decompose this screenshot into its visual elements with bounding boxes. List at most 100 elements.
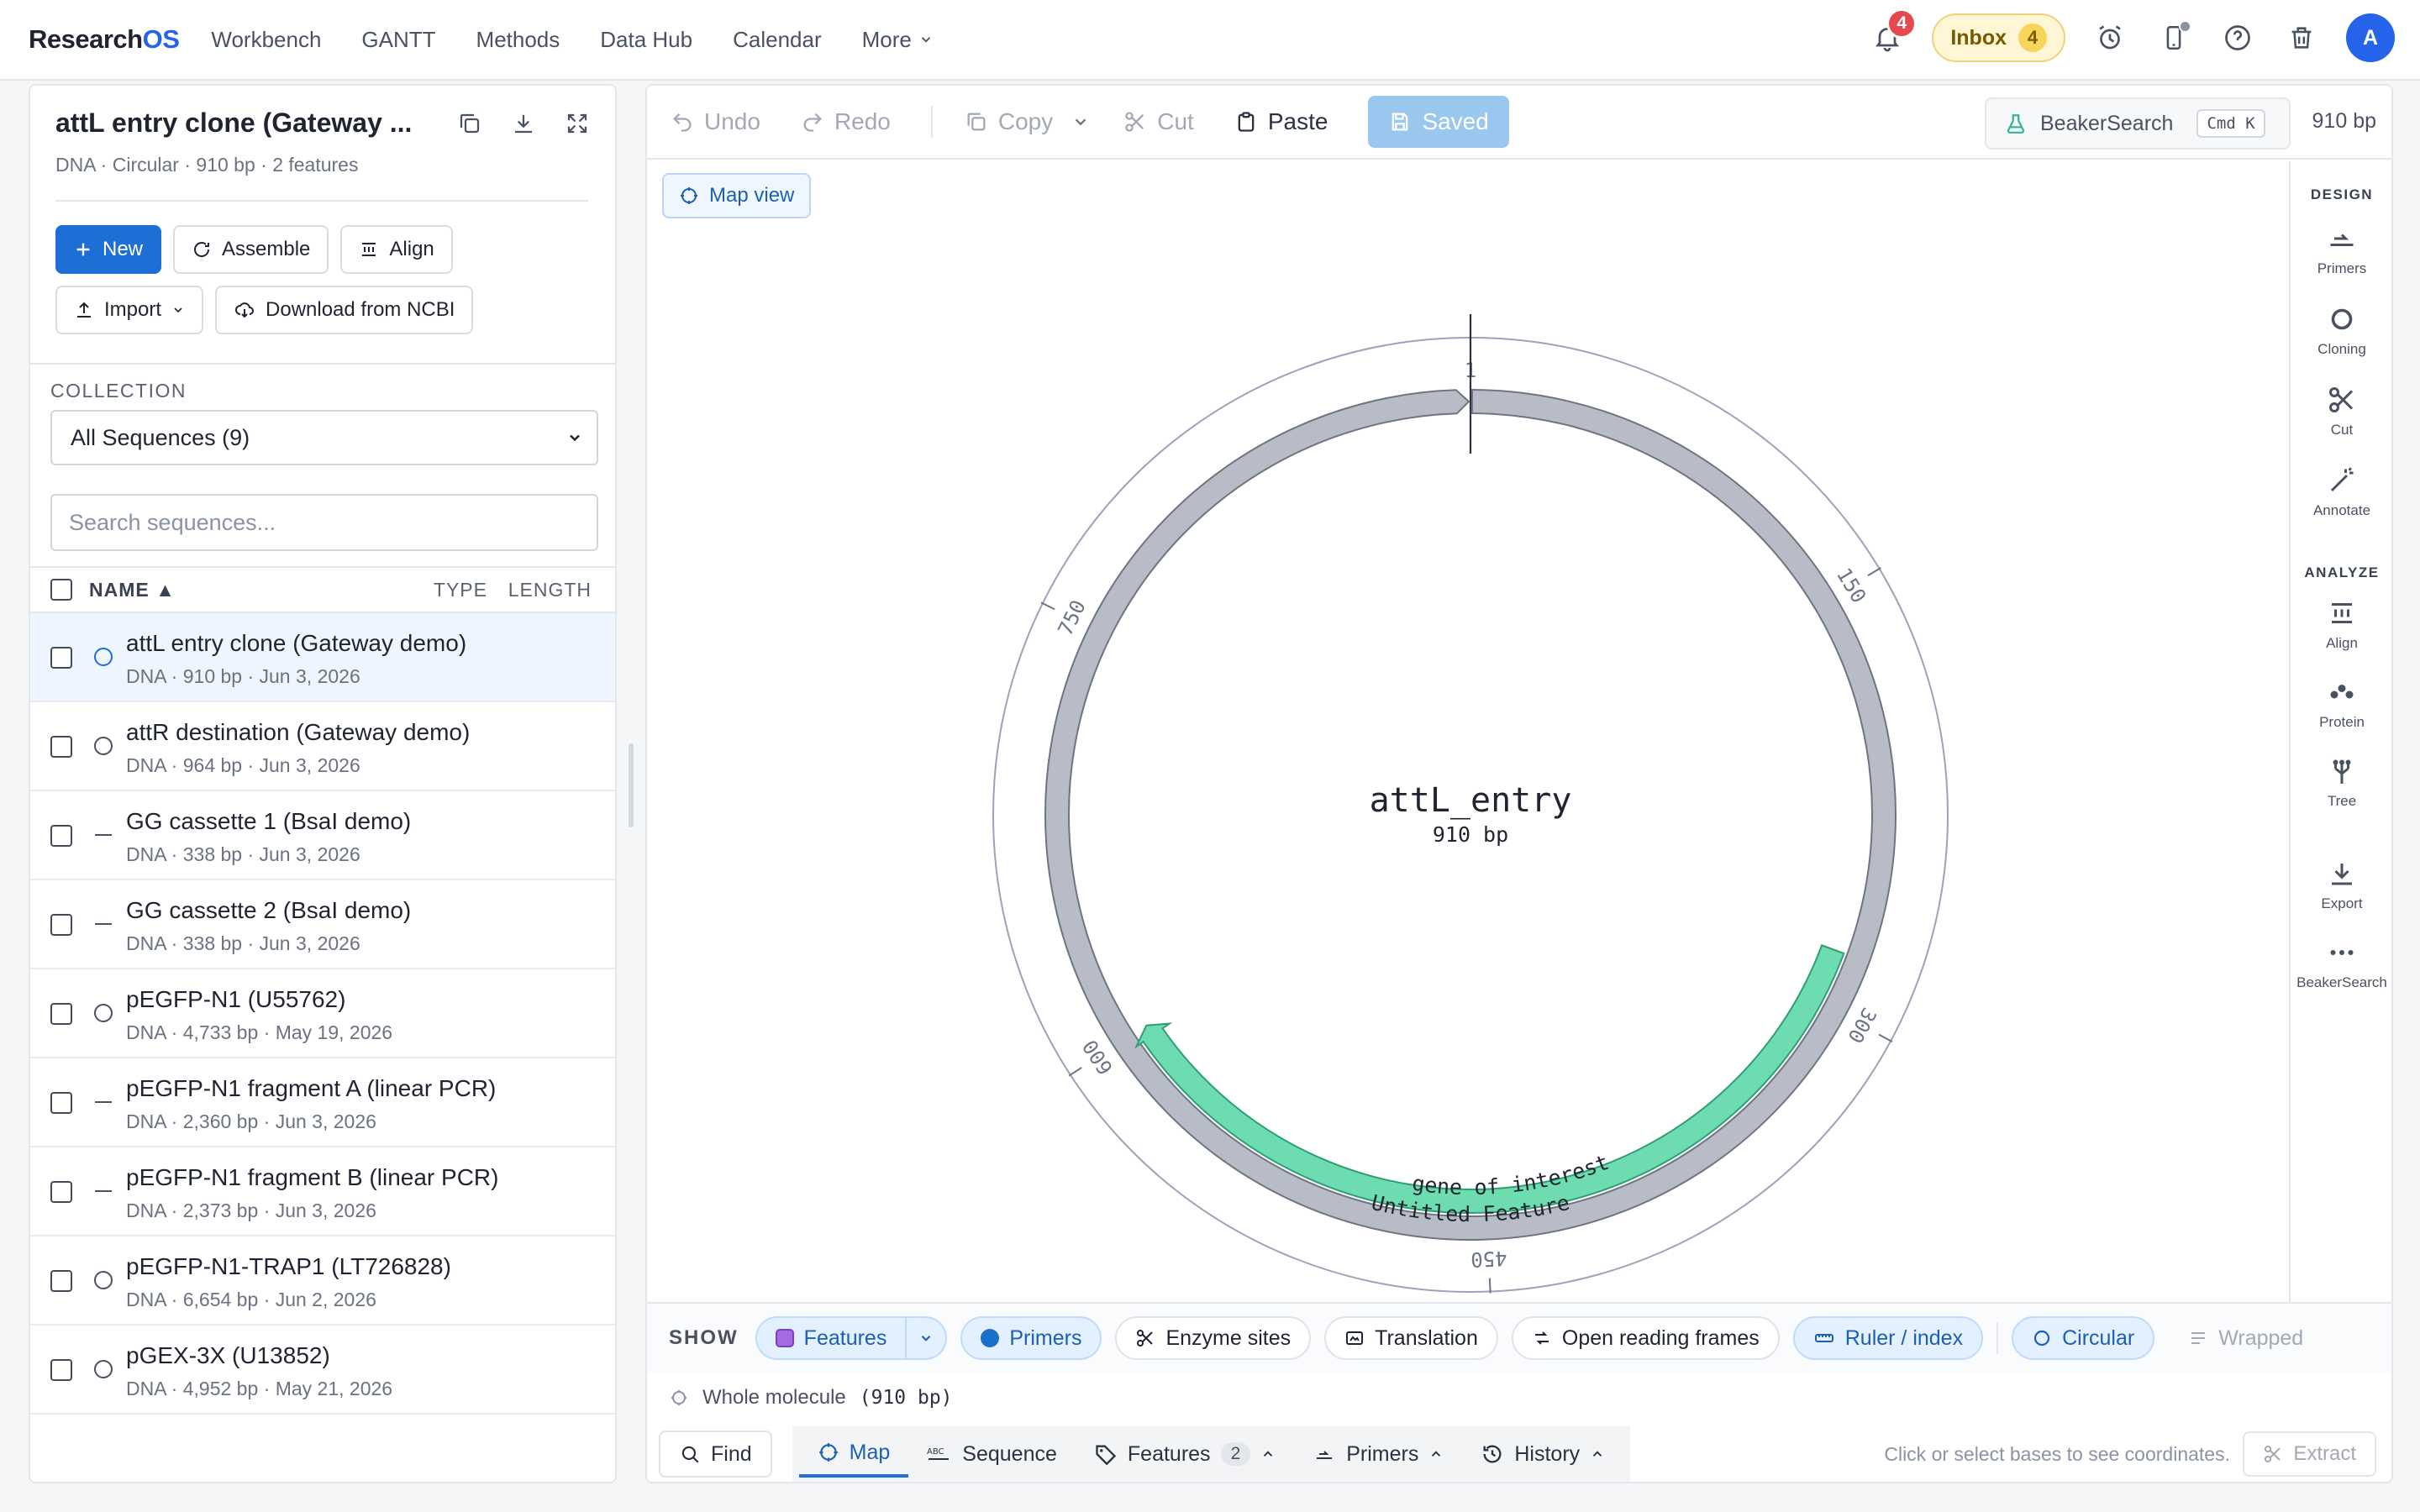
sequence-row-checkbox[interactable]	[50, 914, 72, 936]
primers-toggle[interactable]: Primers	[960, 1316, 1102, 1360]
sequence-row[interactable]: pEGFP-N1-TRAP1 (LT726828) DNA · 6,654 bp …	[30, 1236, 615, 1326]
rail-align-button[interactable]: Align	[2291, 598, 2391, 652]
align-icon	[2332, 603, 2352, 623]
column-type[interactable]: TYPE	[434, 579, 487, 601]
sequence-row[interactable]: attR destination (Gateway demo) DNA · 964…	[30, 702, 615, 791]
user-avatar[interactable]: A	[2346, 13, 2395, 62]
sequence-row[interactable]: GG cassette 1 (BsaI demo) DNA · 338 bp · …	[30, 791, 615, 880]
inbox-button[interactable]: Inbox 4	[1932, 13, 2065, 62]
beakersearch-button[interactable]: BeakerSearch Cmd K	[1985, 97, 2291, 150]
alarm-button[interactable]	[2091, 18, 2129, 57]
extract-button[interactable]: Extract	[2243, 1431, 2376, 1477]
rail-tree-button[interactable]: Tree	[2291, 756, 2391, 810]
new-button[interactable]: New	[55, 225, 162, 274]
align-button[interactable]: Align	[340, 225, 453, 274]
plasmid-map[interactable]: 1150300450600750 Untitled Featuregene of…	[647, 161, 2292, 1302]
rail-primers-button[interactable]: Primers	[2291, 223, 2391, 277]
nav-calendar[interactable]: Calendar	[733, 27, 822, 53]
tab-features-label: Features	[1127, 1441, 1211, 1466]
expand-icon[interactable]	[565, 111, 590, 136]
nav-methods[interactable]: Methods	[476, 27, 560, 53]
sequence-row-checkbox[interactable]	[50, 736, 72, 758]
notifications-button[interactable]: 4	[1868, 8, 1918, 57]
nav-more[interactable]: More	[862, 27, 934, 53]
assemble-button[interactable]: Assemble	[173, 225, 329, 274]
sequence-row-checkbox[interactable]	[50, 1359, 72, 1381]
sequence-name: pEGFP-N1-TRAP1 (LT726828)	[126, 1253, 451, 1279]
sequence-summary: DNA · Circular · 910 bp · 2 features	[55, 154, 359, 176]
rail-item-label: Annotate	[2312, 502, 2371, 518]
device-button[interactable]	[2154, 18, 2193, 57]
rail-cloning-button[interactable]: Cloning	[2291, 304, 2391, 358]
sequence-row[interactable]: attL entry clone (Gateway demo) DNA · 910…	[30, 613, 615, 702]
sequence-row[interactable]: pGEX-3X (U13852) DNA · 4,952 bp · May 21,…	[30, 1326, 615, 1415]
rail-annotate-button[interactable]: Annotate	[2291, 465, 2391, 519]
sequence-list: attL entry clone (Gateway demo) DNA · 910…	[30, 613, 615, 1415]
paste-button[interactable]: Paste	[1234, 108, 1328, 135]
trash-button[interactable]	[2282, 18, 2321, 57]
help-button[interactable]	[2218, 18, 2257, 57]
sequence-row[interactable]: GG cassette 2 (BsaI demo) DNA · 338 bp · …	[30, 880, 615, 969]
import-dropdown[interactable]: Import	[55, 286, 204, 334]
orf-toggle[interactable]: Open reading frames	[1511, 1316, 1780, 1360]
sequence-row[interactable]: pEGFP-N1 fragment A (linear PCR) DNA · 2,…	[30, 1058, 615, 1147]
sequence-row[interactable]: pEGFP-N1 (U55762) DNA · 4,733 bp · May 19…	[30, 969, 615, 1058]
paste-label: Paste	[1267, 108, 1328, 134]
tab-primers[interactable]: Primers	[1294, 1431, 1462, 1478]
find-button[interactable]: Find	[659, 1431, 772, 1478]
ruler-tick-label: 450	[1470, 1247, 1507, 1272]
sequence-row-checkbox[interactable]	[50, 825, 72, 847]
translation-toggle[interactable]: Translation	[1324, 1316, 1498, 1360]
enzyme-sites-toggle[interactable]: Enzyme sites	[1115, 1316, 1312, 1360]
redo-button[interactable]: Redo	[801, 108, 891, 135]
collection-select[interactable]: All Sequences (9)	[50, 410, 598, 465]
tab-sequence[interactable]: ABC Sequence	[908, 1431, 1076, 1478]
copy-options-dropdown[interactable]	[1071, 113, 1090, 131]
rail-beakersearch-button[interactable]: BeakerSearch	[2291, 937, 2391, 991]
panel-resize-handle[interactable]	[629, 743, 634, 827]
undo-button[interactable]: Undo	[671, 108, 760, 135]
cloning-icon	[2331, 308, 2353, 330]
features-options-dropdown[interactable]	[907, 1316, 948, 1360]
sequence-row-checkbox[interactable]	[50, 647, 72, 669]
download-icon[interactable]	[511, 111, 536, 136]
sequence-meta: DNA · 964 bp · Jun 3, 2026	[126, 754, 360, 776]
rail-protein-button[interactable]: Protein	[2291, 677, 2391, 731]
rail-export-button[interactable]: Export	[2291, 858, 2391, 912]
bottom-tab-strip: Map ABC Sequence Features 2 Primers Hist…	[792, 1426, 1631, 1482]
nav-data-hub[interactable]: Data Hub	[600, 27, 692, 53]
rail-cut-button[interactable]: Cut	[2291, 385, 2391, 438]
sequence-row-checkbox[interactable]	[50, 1270, 72, 1292]
history-icon	[1483, 1445, 1502, 1463]
select-all-checkbox[interactable]	[50, 579, 72, 601]
rail-item-label: Tree	[2327, 793, 2357, 809]
sequence-row-checkbox[interactable]	[50, 1092, 72, 1114]
copy-button[interactable]: Copy	[965, 108, 1053, 135]
sequence-search-input[interactable]: Search sequences...	[50, 494, 598, 551]
nav-workbench[interactable]: Workbench	[211, 27, 321, 53]
sequence-row[interactable]: pEGFP-N1 fragment B (linear PCR) DNA · 2,…	[30, 1147, 615, 1236]
chevron-down-icon	[921, 37, 931, 43]
primers-toggle-label: Primers	[1009, 1326, 1082, 1350]
nav-gantt[interactable]: GANTT	[361, 27, 435, 53]
circular-view-toggle[interactable]: Circular	[2012, 1316, 2155, 1360]
sequence-row-checkbox[interactable]	[50, 1181, 72, 1203]
app-logo[interactable]: ResearchOS	[29, 24, 180, 55]
saved-button[interactable]: Saved	[1368, 96, 1509, 148]
tab-features[interactable]: Features 2	[1076, 1431, 1294, 1478]
wrapped-view-toggle[interactable]: Wrapped	[2168, 1316, 2323, 1360]
sequence-row-checkbox[interactable]	[50, 1003, 72, 1025]
linear-topology-icon	[92, 824, 114, 846]
features-toggle[interactable]: Features	[755, 1316, 908, 1360]
search-icon	[681, 1446, 699, 1463]
column-name[interactable]: NAME ▲	[89, 579, 176, 601]
map-view-button[interactable]: Map view	[662, 173, 812, 218]
duplicate-icon[interactable]	[457, 111, 482, 136]
translation-label: Translation	[1375, 1326, 1478, 1350]
tab-map[interactable]: Map	[798, 1431, 909, 1478]
tab-history[interactable]: History	[1462, 1431, 1623, 1478]
download-ncbi-button[interactable]: Download from NCBI	[215, 286, 474, 334]
ruler-toggle[interactable]: Ruler / index	[1792, 1316, 1984, 1360]
cut-button[interactable]: Cut	[1123, 108, 1194, 135]
column-length[interactable]: LENGTH	[508, 579, 592, 601]
